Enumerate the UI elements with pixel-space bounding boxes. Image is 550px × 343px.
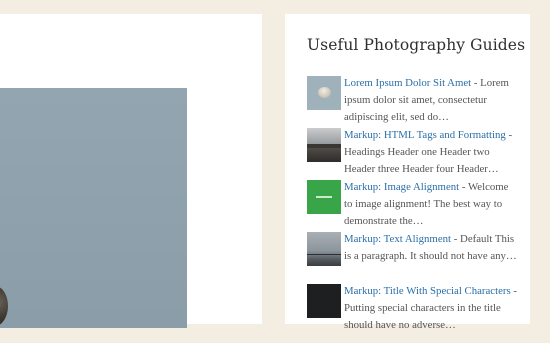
main-content-card [0,14,262,328]
sidebar-widget: Useful Photography Guides Lorem Ipsum Do… [285,14,530,331]
dark-text-thumbnail[interactable] [307,284,341,318]
post-item: Markup: Text Alignment - Default This is… [307,231,517,283]
post-excerpt: Headings Header one Header two Header th… [344,146,499,175]
post-text: Markup: HTML Tags and Formatting - Headi… [344,127,517,178]
post-item: Markup: Title With Special Characters - … [307,283,517,343]
rock-shape [0,286,8,326]
widget-title: Useful Photography Guides [307,36,526,54]
featured-image[interactable] [0,88,187,328]
post-item: Markup: HTML Tags and Formatting - Headi… [307,127,517,179]
post-text: Lorem Ipsum Dolor Sit Amet - Lorem ipsum… [344,75,517,126]
pier-photo-thumbnail[interactable] [307,128,341,162]
fog-photo-thumbnail[interactable] [307,232,341,266]
post-separator: - [459,181,468,193]
post-link[interactable]: Markup: Title With Special Characters [344,285,511,297]
post-link[interactable]: Markup: Image Alignment [344,181,459,193]
post-list: Lorem Ipsum Dolor Sit Amet - Lorem ipsum… [307,75,517,343]
post-item: Lorem Ipsum Dolor Sit Amet - Lorem ipsum… [307,75,517,127]
post-link[interactable]: Markup: Text Alignment [344,233,451,245]
post-item: Markup: Image Alignment - Welcome to ima… [307,179,517,231]
post-separator: - [451,233,461,245]
post-excerpt: Putting special characters in the title … [344,302,501,331]
green-image-thumbnail[interactable] [307,180,341,214]
post-link[interactable]: Markup: HTML Tags and Formatting [344,129,506,141]
stone-photo-thumbnail[interactable] [307,76,341,110]
post-link[interactable]: Lorem Ipsum Dolor Sit Amet [344,77,471,89]
post-separator: - [505,129,513,141]
post-text: Markup: Text Alignment - Default This is… [344,231,517,282]
post-separator: - [510,285,517,297]
post-separator: - [471,77,481,89]
post-text: Markup: Image Alignment - Welcome to ima… [344,179,517,230]
